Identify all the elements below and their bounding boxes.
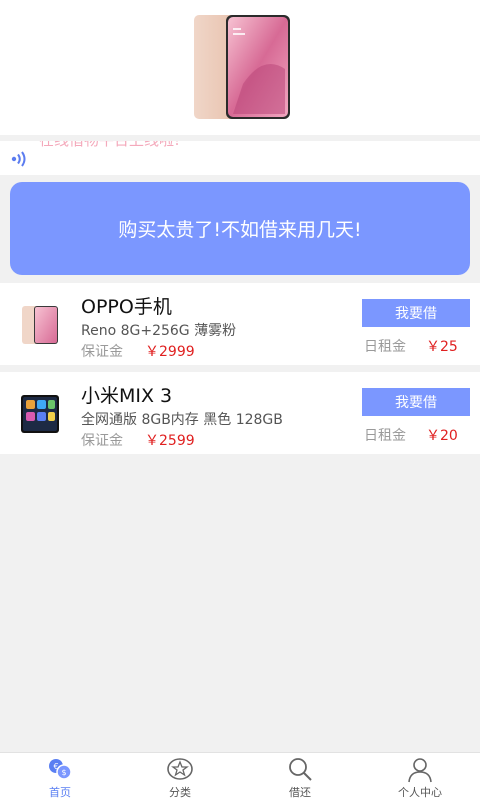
xiaomi-phone-thumbnail xyxy=(21,395,59,433)
product-card-oppo[interactable]: OPPO手机 Reno 8G+256G 薄雾粉 保证金 ￥2999 我要借 日租… xyxy=(0,283,480,365)
tab-category[interactable]: 分类 xyxy=(120,753,240,800)
product-name: OPPO手机 xyxy=(81,296,172,318)
search-icon xyxy=(289,758,312,781)
promo-banner[interactable]: 购买太贵了!不如借来用几天! xyxy=(10,182,470,275)
daily-rent-value: ￥20 xyxy=(426,428,458,444)
tab-borrow-return[interactable]: 借还 xyxy=(240,753,360,800)
svg-text:$: $ xyxy=(61,768,66,777)
oppo-phone-thumbnail xyxy=(22,306,58,344)
home-coins-icon: € $ xyxy=(49,759,72,780)
product-spec: 全网通版 8GB内存 黑色 128GB xyxy=(81,412,283,428)
tab-profile[interactable]: 个人中心 xyxy=(360,753,480,800)
product-name: 小米MIX 3 xyxy=(81,385,173,407)
tab-label: 分类 xyxy=(169,786,191,799)
borrow-button[interactable]: 我要借 xyxy=(362,299,470,327)
notice-text: 在线借物平台上线啦! xyxy=(39,141,180,150)
category-star-icon xyxy=(167,758,193,780)
daily-rent-value: ￥25 xyxy=(426,339,458,355)
deposit-value: ￥2999 xyxy=(145,344,195,360)
bottom-tab-bar: € $ 首页 分类 借还 个人中心 xyxy=(0,752,480,800)
tab-home[interactable]: € $ 首页 xyxy=(0,753,120,800)
product-spec: Reno 8G+256G 薄雾粉 xyxy=(81,323,237,339)
top-banner[interactable] xyxy=(0,0,480,135)
deposit-label: 保证金 xyxy=(81,344,123,360)
deposit-label: 保证金 xyxy=(81,433,123,449)
notice-bar: 在线借物平台上线啦! xyxy=(0,141,480,175)
deposit-value: ￥2599 xyxy=(145,433,195,449)
tab-label: 借还 xyxy=(289,786,311,799)
promo-text: 购买太贵了!不如借来用几天! xyxy=(118,219,362,241)
svg-text:€: € xyxy=(53,762,58,771)
daily-rent-label: 日租金 xyxy=(364,428,406,444)
broadcast-icon xyxy=(11,151,26,167)
tab-label: 个人中心 xyxy=(398,786,442,799)
user-icon xyxy=(408,758,432,783)
phone-banner-image xyxy=(194,15,290,119)
daily-rent-label: 日租金 xyxy=(364,339,406,355)
product-card-xiaomi[interactable]: 小米MIX 3 全网通版 8GB内存 黑色 128GB 保证金 ￥2599 我要… xyxy=(0,372,480,454)
borrow-button[interactable]: 我要借 xyxy=(362,388,470,416)
tab-label: 首页 xyxy=(49,786,71,799)
